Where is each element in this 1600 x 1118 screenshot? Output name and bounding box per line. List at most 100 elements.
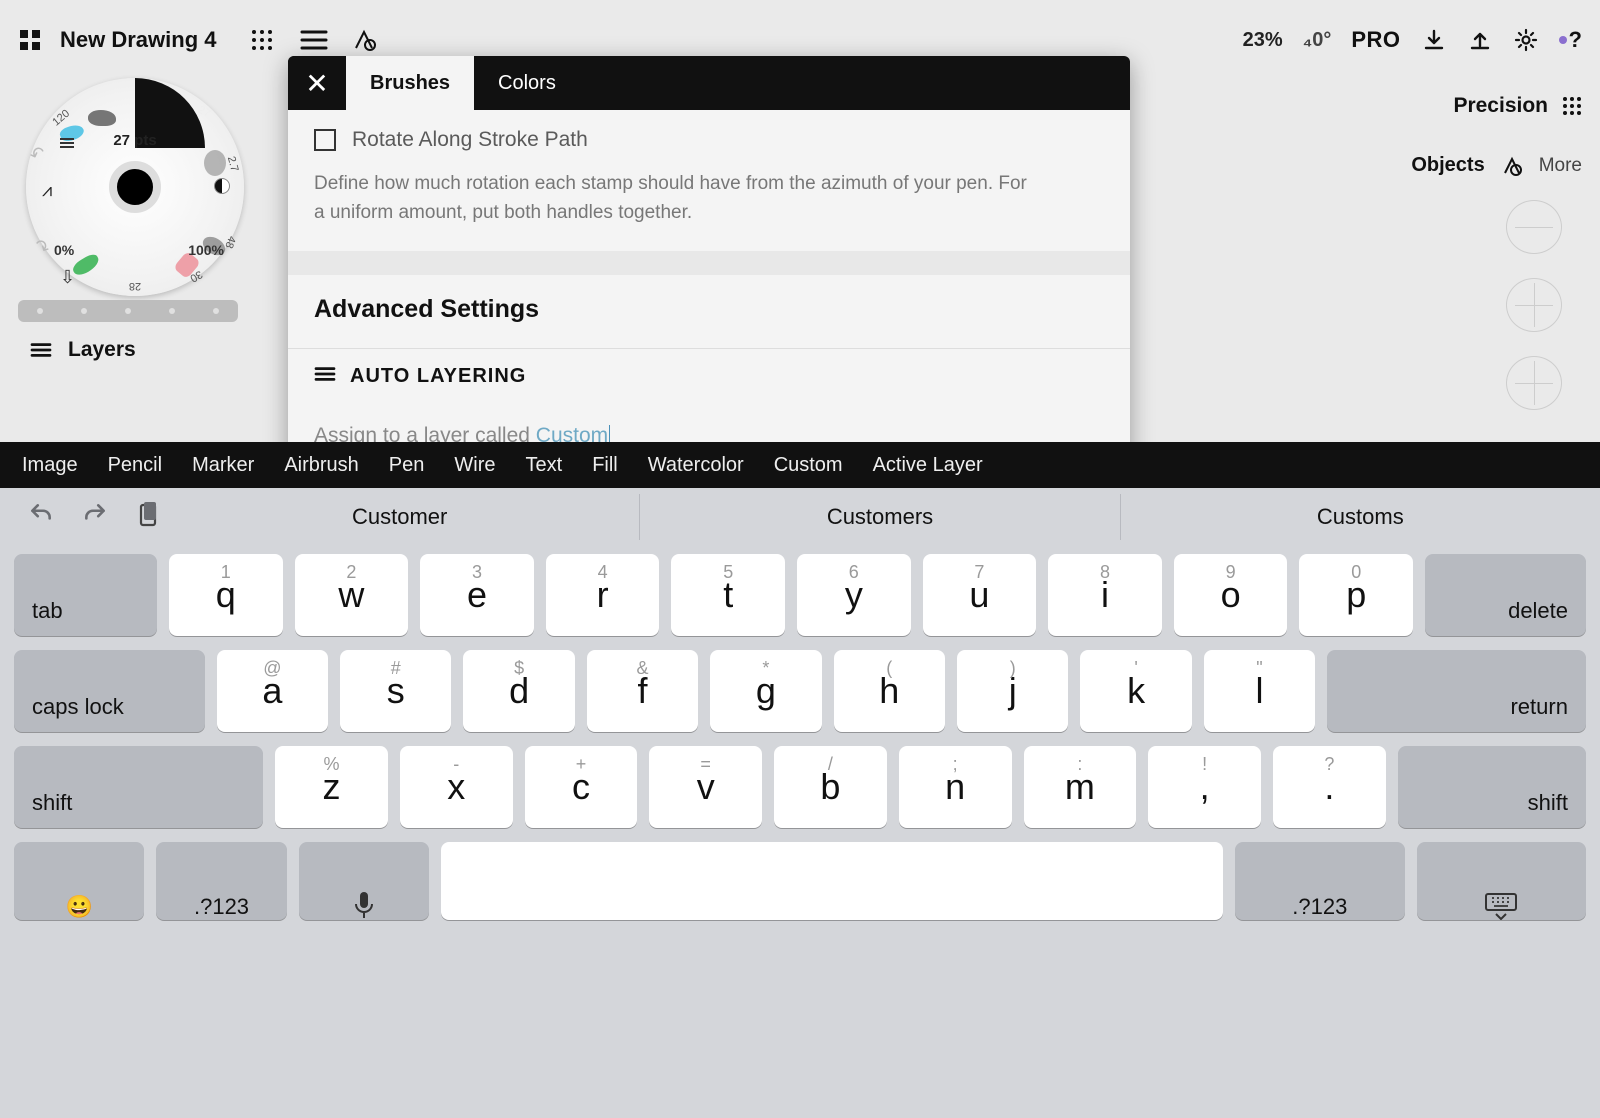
letter-key[interactable]: #s [340, 650, 451, 732]
gear-icon[interactable] [1513, 27, 1539, 53]
object-thumb[interactable] [1506, 278, 1562, 332]
letter-key[interactable]: !, [1148, 746, 1261, 828]
layers-icon [30, 341, 52, 359]
letter-key[interactable]: ?. [1273, 746, 1386, 828]
object-shape-icon[interactable] [1501, 155, 1523, 177]
suggestion-item[interactable]: Text [526, 454, 563, 477]
letter-key[interactable]: 3e [420, 554, 534, 636]
letter-key[interactable]: 6y [797, 554, 911, 636]
pulse-icon: ⩘ [42, 180, 52, 201]
letter-key[interactable]: 4r [546, 554, 660, 636]
undo-icon[interactable] [28, 501, 54, 534]
brush-swatch[interactable] [204, 150, 226, 176]
letter-key[interactable]: )j [957, 650, 1068, 732]
letter-key[interactable]: =v [649, 746, 762, 828]
panel-tabs: ✕ Brushes Colors [288, 56, 1130, 110]
caps-lock-key[interactable]: caps lock [14, 650, 205, 732]
cursor-icon[interactable]: ⇩ [60, 267, 75, 288]
redo-icon[interactable] [82, 501, 108, 534]
letter-key[interactable]: 7u [923, 554, 1037, 636]
space-key[interactable] [441, 842, 1223, 920]
tab-key[interactable]: tab [14, 554, 157, 636]
suggestion-item[interactable]: Pencil [108, 454, 162, 477]
wheel-tick: 28 [129, 280, 141, 292]
suggestion-item[interactable]: Watercolor [648, 454, 744, 477]
zoom-level[interactable]: 23% [1243, 29, 1283, 52]
letter-key[interactable]: &f [587, 650, 698, 732]
number-switch-key[interactable]: .?123 [1235, 842, 1404, 920]
return-key[interactable]: return [1327, 650, 1586, 732]
category-suggestion-bar: Image Pencil Marker Airbrush Pen Wire Text Fill… [0, 442, 1600, 488]
object-thumb[interactable] [1506, 356, 1562, 410]
clipboard-icon[interactable] [136, 501, 160, 534]
object-thumb[interactable] [1506, 200, 1562, 254]
close-icon[interactable]: ✕ [288, 56, 346, 110]
brush-settings-panel: ✕ Brushes Colors Rotate Along Stroke Pat… [288, 56, 1130, 476]
undo-arrow-icon[interactable]: ↶ [27, 142, 48, 167]
suggestion-item[interactable]: Custom [774, 454, 843, 477]
suggestion-item[interactable]: Airbrush [284, 454, 358, 477]
letter-key[interactable]: "l [1204, 650, 1315, 732]
letter-key[interactable]: $d [463, 650, 574, 732]
precision-grid-icon [1562, 96, 1582, 116]
letter-key[interactable]: 'k [1080, 650, 1191, 732]
letter-key[interactable]: ;n [899, 746, 1012, 828]
more-link[interactable]: More [1539, 155, 1582, 177]
rotation-angle[interactable]: ₄0° [1303, 29, 1332, 52]
objects-label[interactable]: Objects [1411, 154, 1484, 177]
suggestion-item[interactable]: Image [22, 454, 78, 477]
document-title[interactable]: New Drawing 4 [60, 27, 216, 53]
letter-key[interactable]: 5t [671, 554, 785, 636]
auto-layering-row[interactable]: AUTO LAYERING [288, 348, 1130, 404]
prediction-item[interactable]: Customers [639, 494, 1119, 540]
shift-key[interactable]: shift [1398, 746, 1586, 828]
upload-icon[interactable] [1467, 27, 1493, 53]
tab-brushes[interactable]: Brushes [346, 56, 474, 110]
wheel-center[interactable] [109, 161, 161, 213]
suggestion-item[interactable]: Active Layer [873, 454, 983, 477]
mic-key[interactable] [299, 842, 429, 920]
precision-button[interactable]: Precision [1453, 94, 1582, 118]
suggestion-item[interactable]: Fill [592, 454, 618, 477]
on-screen-keyboard: CustomerCustomersCustoms tab 1q2w3e4r5t6… [0, 488, 1600, 1118]
letter-key[interactable]: (h [834, 650, 945, 732]
suggestion-item[interactable]: Marker [192, 454, 254, 477]
shift-key[interactable]: shift [14, 746, 263, 828]
prediction-item[interactable]: Customer [160, 494, 639, 540]
letter-key[interactable]: %z [275, 746, 388, 828]
hide-keyboard-key[interactable] [1417, 842, 1586, 920]
apps-grid-icon[interactable] [18, 28, 42, 52]
letter-key[interactable]: /b [774, 746, 887, 828]
checkbox-icon[interactable] [314, 129, 336, 151]
brush-wheel[interactable]: 27 pts 0% 100% 120 27 2.7 48 30 28 ⩘ ↶ ↷… [26, 78, 244, 296]
letter-key[interactable]: +c [525, 746, 638, 828]
menu-dots-icon[interactable] [250, 28, 274, 52]
brush-swatch[interactable] [88, 110, 116, 126]
pro-badge[interactable]: PRO [1351, 27, 1400, 53]
letter-key[interactable]: 0p [1299, 554, 1413, 636]
letter-key[interactable]: 8i [1048, 554, 1162, 636]
object-thumbnails [1506, 200, 1562, 410]
help-icon[interactable]: ? [1559, 27, 1582, 53]
letter-key[interactable]: 1q [169, 554, 283, 636]
letter-key[interactable]: @a [217, 650, 328, 732]
letter-key[interactable]: -x [400, 746, 513, 828]
suggestion-item[interactable]: Wire [454, 454, 495, 477]
stroke-lines-icon[interactable] [300, 28, 328, 52]
letter-key[interactable]: :m [1024, 746, 1137, 828]
emoji-key[interactable]: 😀 [14, 842, 144, 920]
number-switch-key[interactable]: .?123 [156, 842, 286, 920]
download-icon[interactable] [1421, 27, 1447, 53]
rotate-checkbox-row[interactable]: Rotate Along Stroke Path [288, 110, 1130, 164]
layers-button[interactable]: Layers [30, 338, 136, 362]
shape-tool-icon[interactable] [350, 28, 378, 52]
letter-key[interactable]: 9o [1174, 554, 1288, 636]
brush-swatch[interactable] [58, 122, 85, 143]
page-dots[interactable] [18, 300, 238, 322]
tab-colors[interactable]: Colors [474, 56, 580, 110]
letter-key[interactable]: 2w [295, 554, 409, 636]
prediction-item[interactable]: Customs [1120, 494, 1600, 540]
suggestion-item[interactable]: Pen [389, 454, 425, 477]
letter-key[interactable]: *g [710, 650, 821, 732]
delete-key[interactable]: delete [1425, 554, 1586, 636]
